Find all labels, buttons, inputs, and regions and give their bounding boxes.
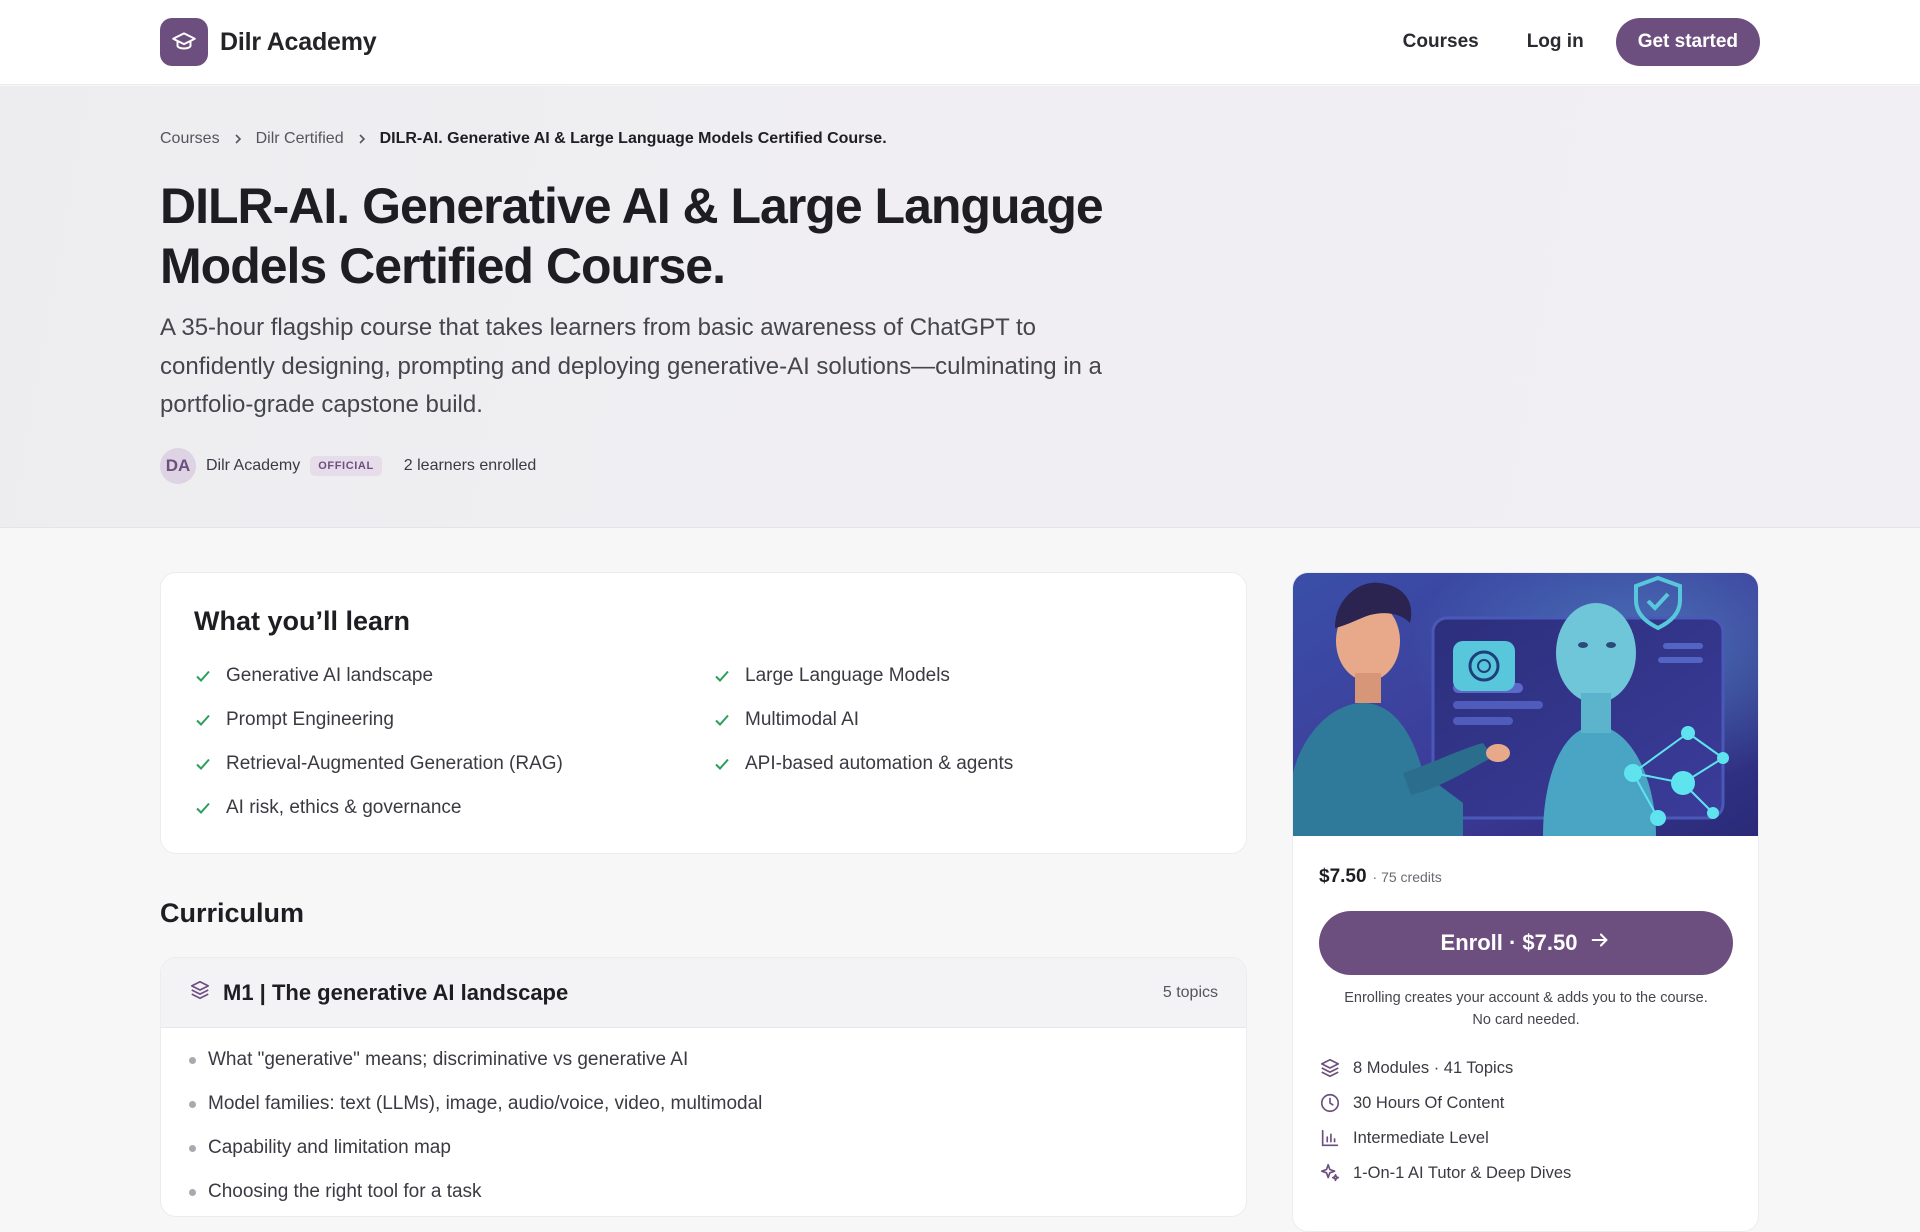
learn-item-label: AI risk, ethics & governance [226, 797, 462, 818]
nav-login-link[interactable]: Log in [1503, 18, 1608, 66]
topic-label: Capability and limitation map [208, 1137, 451, 1158]
learn-item: API-based automation & agents [713, 753, 1013, 775]
price-row: $7.50 · 75 credits [1319, 866, 1442, 888]
topic-item: Model families: text (LLMs), image, audi… [189, 1093, 762, 1115]
learn-item-label: Prompt Engineering [226, 709, 394, 730]
learn-item-label: Large Language Models [745, 665, 950, 686]
check-icon [194, 755, 212, 773]
check-icon [194, 711, 212, 729]
breadcrumb-current: DILR-AI. Generative AI & Large Language … [379, 130, 887, 147]
feature-label: 8 Modules · 41 Topics [1353, 1058, 1514, 1077]
nav-courses-link[interactable]: Courses [1379, 18, 1503, 66]
chevron-right-icon [232, 133, 244, 145]
check-icon [194, 667, 212, 685]
learn-title: What you’ll learn [194, 606, 411, 636]
bar-chart-icon [1319, 1127, 1341, 1149]
course-description: A 35-hour flagship course that takes lea… [160, 309, 1200, 425]
brand-name: Dilr Academy [220, 27, 377, 56]
feature-hours: 30 Hours Of Content [1319, 1092, 1504, 1114]
enroll-button-label: Enroll · $7.50 [1440, 930, 1578, 955]
learn-item-label: Multimodal AI [745, 709, 860, 730]
course-meta: DA Dilr Academy OFFICIAL 2 learners enro… [160, 448, 536, 484]
feature-label: 30 Hours Of Content [1353, 1093, 1505, 1112]
check-icon [194, 799, 212, 817]
page-title: DILR-AI. Generative AI & Large Language … [160, 176, 1260, 296]
learn-item: Generative AI landscape [194, 665, 433, 687]
breadcrumb-dilr-certified[interactable]: Dilr Certified [256, 130, 344, 148]
learn-item-label: Generative AI landscape [226, 665, 434, 686]
module-title: M1 | The generative AI landscape [223, 979, 569, 1005]
breadcrumb-courses[interactable]: Courses [160, 130, 220, 148]
layers-icon [189, 979, 211, 1006]
sparkles-icon [1319, 1162, 1341, 1184]
description-line-3: portfolio-grade capstone build. [160, 391, 483, 418]
description-line-1: A 35-hour flagship course that takes lea… [160, 314, 1036, 341]
course-hero: Courses Dilr Certified DILR-AI. Generati… [0, 86, 1920, 528]
bullet-icon [189, 1144, 196, 1152]
breadcrumb: Courses Dilr Certified DILR-AI. Generati… [160, 130, 887, 148]
author-name[interactable]: Dilr Academy [206, 457, 300, 475]
page-title-line-2: Models Certified Course. [160, 238, 726, 294]
check-icon [713, 755, 731, 773]
course-cover-image [1293, 573, 1758, 836]
price-credits: · 75 credits [1372, 869, 1442, 885]
enroll-note-line-1: Enrolling creates your account & adds yo… [1344, 990, 1708, 1006]
enroll-note-line-2: No card needed. [1472, 1012, 1580, 1028]
price: $7.50 [1319, 866, 1367, 887]
what-youll-learn-card: What you’ll learn Generative AI landscap… [160, 572, 1247, 854]
official-badge: OFFICIAL [310, 456, 382, 476]
topic-label: Model families: text (LLMs), image, audi… [208, 1093, 763, 1114]
topic-item: Capability and limitation map [189, 1137, 451, 1159]
topic-item: What "generative" means; discriminative … [189, 1049, 688, 1071]
feature-label: Intermediate Level [1353, 1128, 1489, 1147]
enroll-note: Enrolling creates your account & adds yo… [1319, 987, 1733, 1031]
learn-item: Retrieval-Augmented Generation (RAG) [194, 753, 563, 775]
chevron-right-icon [356, 133, 368, 145]
module-header[interactable]: M1 | The generative AI landscape 5 topic… [161, 958, 1246, 1028]
layers-icon [1319, 1057, 1341, 1079]
enrolled-count: 2 learners enrolled [403, 457, 537, 474]
learn-item: Large Language Models [713, 665, 950, 687]
top-navbar: Dilr Academy Courses Log in Get started [0, 0, 1920, 85]
learn-item: AI risk, ethics & governance [194, 797, 462, 819]
brand[interactable]: Dilr Academy [160, 18, 377, 66]
description-line-2: confidently designing, prompting and dep… [160, 352, 1102, 380]
main-nav: Courses Log in Get started [1379, 18, 1760, 66]
get-started-button[interactable]: Get started [1615, 18, 1760, 66]
learn-item-label: API-based automation & agents [745, 753, 1014, 774]
topic-label: What "generative" means; discriminative … [208, 1049, 689, 1070]
bullet-icon [189, 1100, 196, 1108]
module-topic-count: 5 topics [1162, 983, 1218, 1001]
check-icon [713, 711, 731, 729]
enroll-button[interactable]: Enroll · $7.50 [1319, 911, 1733, 975]
bullet-icon [189, 1188, 196, 1196]
feature-label: 1-On-1 AI Tutor & Deep Dives [1353, 1163, 1572, 1182]
page-title-line-1: DILR-AI. Generative AI & Large Language [160, 178, 1104, 234]
author-avatar: DA [160, 448, 196, 484]
graduation-cap-icon [160, 18, 208, 66]
bullet-icon [189, 1056, 196, 1064]
arrow-right-icon [1589, 929, 1611, 957]
clock-icon [1319, 1092, 1341, 1114]
learn-item: Prompt Engineering [194, 709, 394, 731]
module-card: M1 | The generative AI landscape 5 topic… [160, 957, 1247, 1217]
feature-tutor: 1-On-1 AI Tutor & Deep Dives [1319, 1162, 1571, 1184]
check-icon [713, 667, 731, 685]
learn-item-label: Retrieval-Augmented Generation (RAG) [226, 753, 563, 774]
enroll-card: $7.50 · 75 credits Enroll · $7.50 Enroll… [1292, 572, 1759, 1232]
feature-modules: 8 Modules · 41 Topics [1319, 1057, 1513, 1079]
feature-level: Intermediate Level [1319, 1127, 1489, 1149]
curriculum-title: Curriculum [160, 898, 305, 928]
learn-item: Multimodal AI [713, 709, 859, 731]
